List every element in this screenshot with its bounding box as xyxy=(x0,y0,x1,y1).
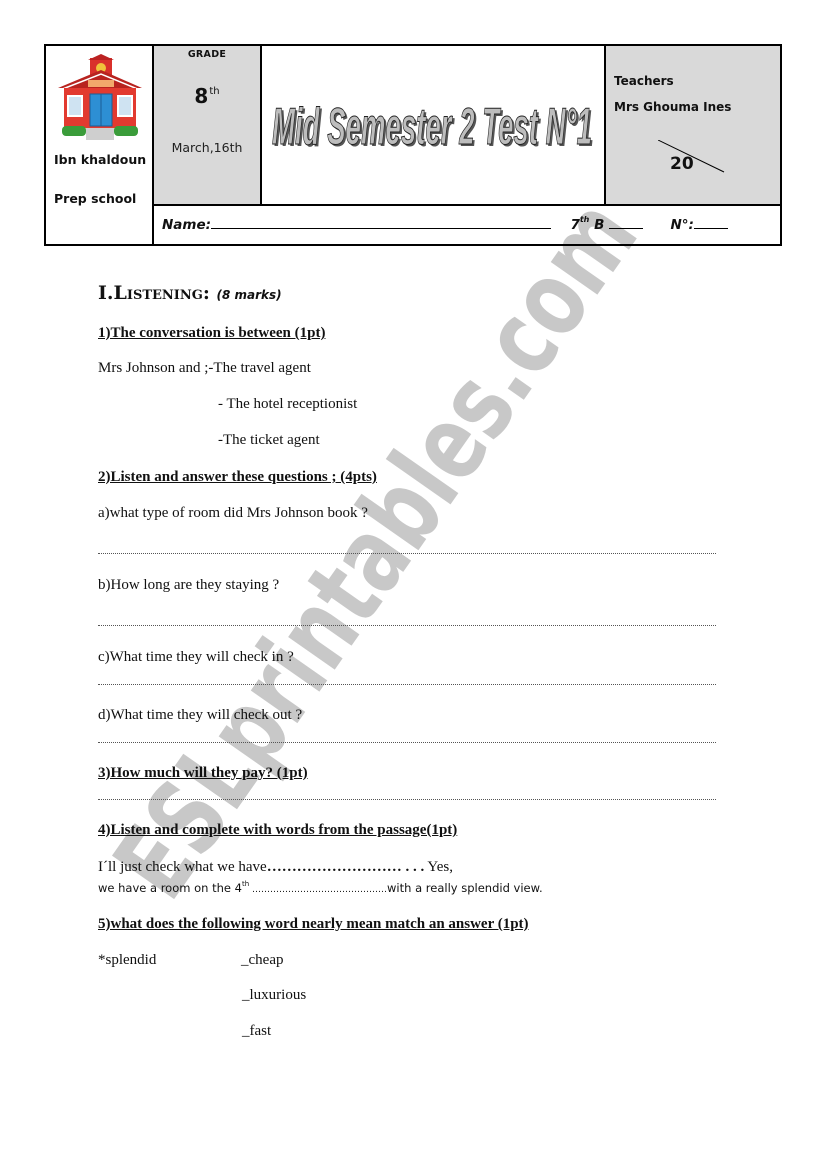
title-cell: Mid Semester 2 Test N°1 Mid Semester 2 T… xyxy=(262,46,606,206)
school-type: Prep school xyxy=(54,191,137,206)
teacher-name: Mrs Ghouma Ines xyxy=(614,100,732,114)
teacher-label: Teachers xyxy=(614,74,674,88)
question-1-intro: Mrs Johnson and ;-The travel agent xyxy=(98,360,311,376)
class-field[interactable] xyxy=(609,216,644,229)
school-house-icon xyxy=(58,54,142,140)
question-2b: b)How long are they staying ? xyxy=(98,577,280,593)
section-marks: (8 marks) xyxy=(216,288,282,302)
question-1-option[interactable]: -The ticket agent xyxy=(218,432,320,449)
question-2d: d)What time they will check out ? xyxy=(98,707,303,723)
question-4-heading: 4)Listen and complete with words from th… xyxy=(98,822,458,838)
question-5-word: *splendid xyxy=(98,952,157,968)
answer-line-3[interactable] xyxy=(98,798,716,800)
question-5-option[interactable]: _cheap xyxy=(241,952,283,969)
answer-line-2c[interactable] xyxy=(98,683,716,685)
section-title: I.Listening: (8 marks) xyxy=(98,282,282,304)
fill-blank-2[interactable]: ……………………………………… xyxy=(249,885,387,895)
grade-cell: GRADE 8th March,16th xyxy=(154,46,262,206)
question-5-option[interactable]: _fast xyxy=(242,1023,271,1040)
question-1-option[interactable]: - The hotel receptionist xyxy=(218,396,357,413)
grade-suffix: th xyxy=(209,86,220,97)
test-header: Ibn khaldoun Prep school GRADE 8th March… xyxy=(44,44,782,246)
number-field[interactable] xyxy=(693,216,728,229)
school-cell: Ibn khaldoun Prep school xyxy=(46,46,154,244)
student-info-row: Name: 7th B N°: xyxy=(154,206,780,244)
question-3-heading: 3)How much will they pay? (1pt) xyxy=(98,765,308,781)
answer-line-2b[interactable] xyxy=(98,624,716,626)
question-1-heading: 1)The conversation is between (1pt) xyxy=(98,325,326,341)
question-5-option[interactable]: _luxurious xyxy=(242,987,306,1004)
number-label: N°: xyxy=(670,217,694,233)
teacher-cell: Teachers Mrs Ghouma Ines 20 xyxy=(606,46,780,206)
grade-label: GRADE xyxy=(187,49,227,60)
grade-value: 8th xyxy=(154,84,260,108)
test-title: Mid Semester 2 Test N°1 Mid Semester 2 T… xyxy=(272,98,595,159)
fill-blank-1[interactable]: ……………………… . . . xyxy=(267,859,425,875)
answer-line-2a[interactable] xyxy=(98,552,716,554)
answer-line-2d[interactable] xyxy=(98,741,716,743)
question-5-heading: 5)what does the following word nearly me… xyxy=(98,916,529,932)
question-2-heading: 2)Listen and answer these questions ; (4… xyxy=(98,469,377,485)
section-title-text: I.Listening: xyxy=(98,282,210,304)
test-title-text: Mid Semester 2 Test N°1 xyxy=(272,98,592,156)
class-label: 7th B xyxy=(570,215,605,233)
question-4-line-2: we have a room on the 4th ……………………………………… xyxy=(98,880,543,895)
score-total: 20 xyxy=(670,154,694,174)
question-2a: a)what type of room did Mrs Johnson book… xyxy=(98,505,368,521)
question-2c: c)What time they will check in ? xyxy=(98,649,294,665)
school-name: Ibn khaldoun xyxy=(54,152,147,167)
grade-number: 8 xyxy=(194,84,209,108)
test-date: March,16th xyxy=(171,140,243,155)
name-field[interactable] xyxy=(211,216,552,229)
question-4-line-1: I´ll just check what we have……………………… . … xyxy=(98,859,453,875)
name-label: Name: xyxy=(162,217,212,233)
